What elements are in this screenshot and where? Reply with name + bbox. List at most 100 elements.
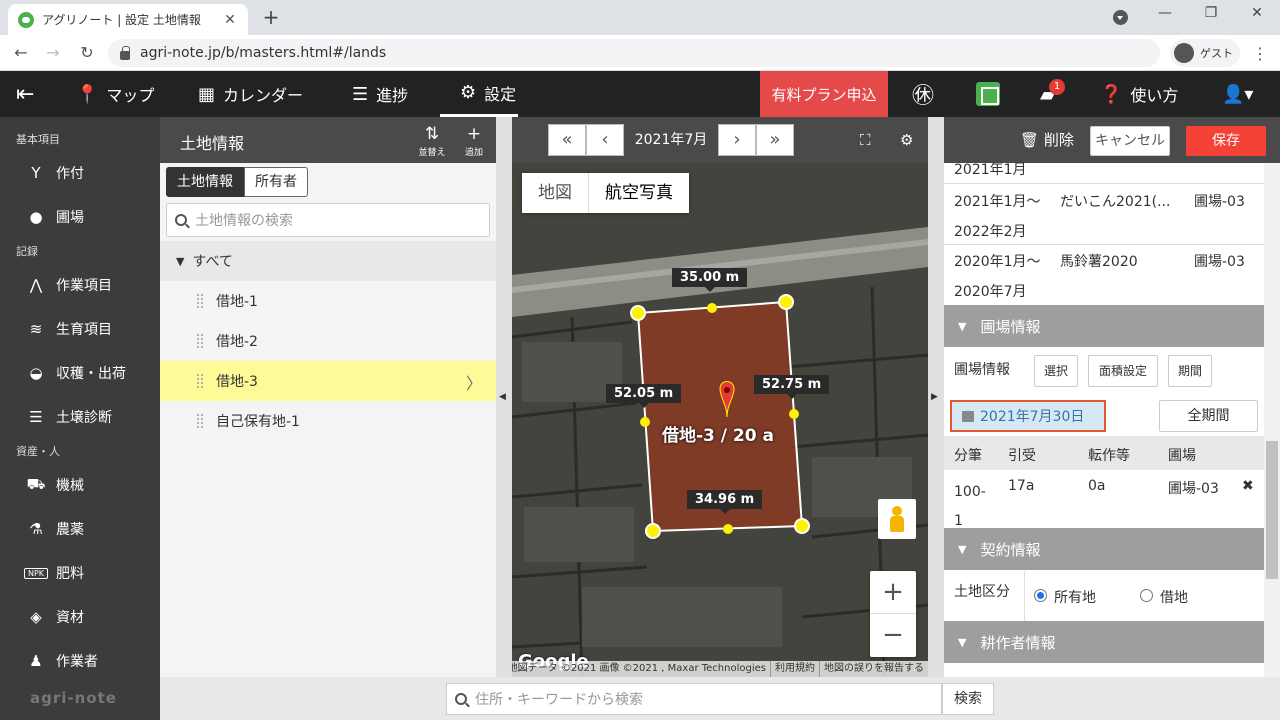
drag-handle-icon[interactable]: [196, 413, 204, 429]
prev-year-button[interactable]: «: [548, 124, 586, 156]
all-period-button[interactable]: 全期間: [1159, 400, 1258, 432]
nav-calendar[interactable]: ▦ カレンダー: [198, 71, 303, 117]
rice-icon[interactable]: ㊡: [912, 71, 934, 117]
notebook-icon[interactable]: [976, 82, 1000, 106]
scrollbar-thumb[interactable]: [1266, 441, 1278, 579]
crop-period: 2021年1月～: [954, 194, 1041, 210]
zoom-in-button[interactable]: +: [870, 571, 916, 614]
sort-button[interactable]: ⇅ 並替え: [414, 123, 450, 158]
sliders-icon: ☰: [29, 408, 43, 426]
address-search-input[interactable]: 住所・キーワードから検索: [446, 683, 942, 715]
profile-label: ゲスト: [1200, 47, 1233, 60]
list-item-selected[interactable]: 借地-3 〉: [160, 361, 496, 401]
map-view[interactable]: « ‹ 2021年7月 › » ⛶ ⚙ 地図 航空写真 35.00 m 52.0…: [512, 117, 928, 677]
back-arrow-icon[interactable]: ⇤: [16, 71, 34, 117]
user-menu-icon[interactable]: 👤▾: [1222, 71, 1253, 117]
crop-row[interactable]: 2020年1月～ 馬鈴薯2020 圃場-03: [944, 251, 1264, 273]
sidebar-item-harvest[interactable]: ◒ 収穫・出荷: [24, 363, 126, 383]
sidebar-item-pesticide[interactable]: ⚗ 農薬: [24, 519, 84, 539]
help-icon: ❓: [1100, 83, 1123, 105]
crop-field: 圃場-03: [1194, 194, 1245, 210]
browser-tab[interactable]: アグリノート | 設定 土地情報 ✕: [8, 4, 248, 35]
crop-row[interactable]: 2021年1月～ だいこん2021(... 圃場-03: [944, 191, 1264, 213]
report-error-link[interactable]: 地図の誤りを報告する: [819, 661, 928, 677]
sidebar-item-worker[interactable]: ♟ 作業者: [24, 651, 98, 671]
help-button[interactable]: ❓ 使い方: [1100, 71, 1178, 117]
tab-land-info[interactable]: 土地情報: [166, 167, 244, 197]
new-tab-icon[interactable]: +: [260, 6, 282, 28]
sidebar-item-growth[interactable]: ≋ 生育項目: [24, 319, 112, 339]
farmer-section-header[interactable]: ▼ 耕作者情報: [944, 621, 1264, 663]
next-month-button[interactable]: ›: [718, 124, 756, 156]
sidebar-item-work[interactable]: ⋀ 作業項目: [24, 275, 112, 295]
street-view-pegman-icon[interactable]: [878, 499, 916, 539]
detail-scrollbar[interactable]: [1264, 163, 1280, 677]
gear-icon[interactable]: ⚙: [900, 131, 913, 149]
collapse-left-icon: ◀: [499, 392, 506, 402]
url-field[interactable]: agri-note.jp/b/masters.html#/lands: [108, 39, 1160, 67]
terms-link[interactable]: 利用規約: [770, 661, 819, 677]
close-window-icon[interactable]: ✕: [1242, 5, 1272, 21]
fullscreen-icon[interactable]: ⛶: [860, 131, 871, 149]
tree-root-all[interactable]: ▼ すべて: [160, 241, 496, 281]
divider: [944, 183, 1264, 184]
sidebar-item-label: 資材: [56, 610, 84, 626]
add-button[interactable]: + 追加: [456, 123, 492, 158]
minimize-icon[interactable]: —: [1150, 5, 1180, 21]
delete-button[interactable]: 🗑 削除: [1020, 129, 1074, 150]
prev-month-button[interactable]: ‹: [586, 124, 624, 156]
sidebar-item-machine[interactable]: ⛟ 機械: [24, 475, 84, 495]
period-button[interactable]: 期間: [1168, 355, 1212, 387]
land-search-input[interactable]: 土地情報の検索: [166, 203, 490, 237]
back-icon[interactable]: ←: [10, 42, 32, 64]
save-button[interactable]: 保存: [1186, 126, 1266, 156]
cancel-button[interactable]: キャンセル: [1090, 126, 1170, 156]
radio-leased[interactable]: [1140, 589, 1153, 602]
land-tab-group: 土地情報 所有者: [166, 167, 308, 197]
divider: [944, 244, 1264, 245]
crop-row: 2021年1月: [944, 159, 1264, 181]
sort-icon: ⇅: [424, 124, 440, 144]
drag-handle-icon[interactable]: [196, 293, 204, 309]
sidebar-item-material[interactable]: ◈ 資材: [24, 607, 84, 627]
reload-icon[interactable]: ↻: [76, 42, 98, 64]
sidebar-item-soil[interactable]: ☰ 土壌診断: [24, 407, 112, 427]
list-item[interactable]: 自己保有地-1: [160, 401, 496, 441]
drag-handle-icon[interactable]: [196, 333, 204, 349]
browser-menu-icon[interactable]: ⋮: [1252, 44, 1268, 63]
list-item[interactable]: 借地-2: [160, 321, 496, 361]
right-splitter[interactable]: ▶: [928, 117, 944, 677]
contract-section-header[interactable]: ▼ 契約情報: [944, 528, 1264, 570]
radio-owned[interactable]: [1034, 589, 1047, 602]
map-type-map[interactable]: 地図: [522, 173, 588, 213]
search-button[interactable]: 検索: [942, 683, 994, 715]
restore-icon[interactable]: ❐: [1196, 5, 1226, 21]
url-text: agri-note.jp/b/masters.html#/lands: [140, 45, 387, 61]
sidebar-item-field[interactable]: ● 圃場: [24, 207, 84, 227]
forward-icon[interactable]: →: [42, 42, 64, 64]
nav-settings[interactable]: ⚙ 設定: [440, 71, 518, 117]
left-sidebar: 基本項目 Y 作付 ● 圃場 記録 ⋀ 作業項目 ≋ 生育項目 ◒ 収穫・出荷 ☰ 土壌診断…: [0, 117, 160, 720]
close-tab-icon[interactable]: ✕: [222, 12, 238, 28]
nav-map[interactable]: 📍 マップ: [76, 71, 154, 117]
date-picker[interactable]: 2021年7月30日: [950, 400, 1106, 432]
sidebar-item-crop[interactable]: Y 作付: [24, 163, 84, 183]
zoom-out-button[interactable]: −: [870, 614, 916, 657]
nav-progress[interactable]: ☰ 進捗: [352, 71, 408, 117]
sidebar-item-label: 圃場: [56, 210, 84, 226]
tab-owner[interactable]: 所有者: [244, 167, 308, 197]
area-setting-button[interactable]: 面積設定: [1088, 355, 1158, 387]
drag-handle-icon[interactable]: [196, 373, 204, 389]
map-type-satellite[interactable]: 航空写真: [588, 173, 689, 213]
sidebar-item-fertilizer[interactable]: NPK 肥料: [24, 563, 84, 583]
select-button[interactable]: 選択: [1034, 355, 1078, 387]
field-info-section-header[interactable]: ▼ 圃場情報: [944, 305, 1264, 347]
profile-button[interactable]: ゲスト: [1170, 39, 1240, 67]
left-splitter[interactable]: ◀: [496, 117, 512, 677]
next-year-button[interactable]: »: [756, 124, 794, 156]
remove-row-icon[interactable]: ✖: [1242, 478, 1254, 494]
list-item[interactable]: 借地-1: [160, 281, 496, 321]
paid-plan-button[interactable]: 有料プラン申込: [760, 71, 888, 117]
field-table-header: 分筆 引受 転作等 圃場: [944, 436, 1264, 470]
tab-search-icon[interactable]: [1113, 10, 1128, 25]
